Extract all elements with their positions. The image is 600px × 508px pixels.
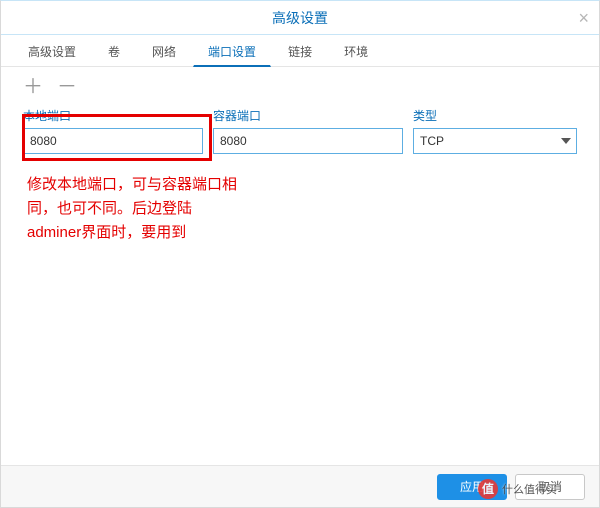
port-row	[1, 128, 599, 154]
dialog-title: 高级设置	[272, 10, 328, 26]
row-toolbar: ＋ －	[1, 67, 599, 103]
tab-strip: 高级设置 卷 网络 端口设置 链接 环境	[1, 35, 599, 67]
tab-advanced[interactable]: 高级设置	[13, 36, 91, 67]
dialog-footer: 应用 取消 值 什么值得买	[1, 465, 599, 507]
add-row-icon[interactable]: ＋	[23, 77, 43, 97]
tab-links[interactable]: 链接	[273, 36, 327, 67]
cancel-button[interactable]: 取消	[515, 474, 585, 500]
header-type: 类型	[413, 107, 577, 124]
tab-environment[interactable]: 环境	[329, 36, 383, 67]
type-select[interactable]	[413, 128, 577, 154]
local-port-input[interactable]	[23, 128, 203, 154]
annotation-text: 修改本地端口，可与容器端口相同，也可不同。后边登陆adminer界面时，要用到	[27, 173, 237, 245]
apply-button[interactable]: 应用	[437, 474, 507, 500]
header-local-port: 本地端口	[23, 107, 203, 124]
tab-port-settings[interactable]: 端口设置	[193, 36, 271, 67]
advanced-settings-dialog: 高级设置 × 高级设置 卷 网络 端口设置 链接 环境 ＋ － 本地端口 容器端…	[0, 0, 600, 508]
container-port-input[interactable]	[213, 128, 403, 154]
close-icon[interactable]: ×	[578, 1, 589, 35]
remove-row-icon[interactable]: －	[57, 77, 77, 97]
tab-volume[interactable]: 卷	[93, 36, 135, 67]
dialog-titlebar: 高级设置 ×	[1, 1, 599, 35]
header-container-port: 容器端口	[213, 107, 403, 124]
tab-network[interactable]: 网络	[137, 36, 191, 67]
column-headers: 本地端口 容器端口 类型	[1, 107, 599, 124]
